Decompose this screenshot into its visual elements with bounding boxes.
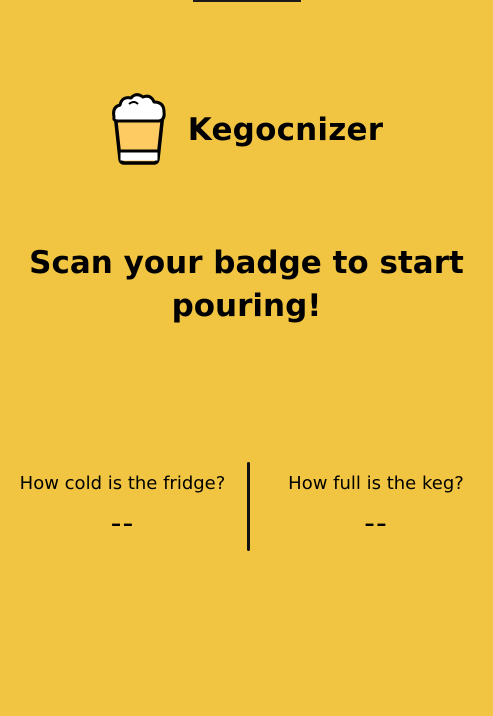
keg-level-label: How full is the keg? — [288, 473, 464, 494]
stats-panel: How cold is the fridge? -- How full is t… — [0, 462, 493, 552]
fridge-temperature-label: How cold is the fridge? — [19, 473, 226, 494]
keg-level-value: -- — [364, 506, 388, 541]
top-bar — [193, 0, 301, 2]
app-name: Kegocnizer — [187, 112, 384, 148]
fridge-temperature-stat: How cold is the fridge? -- — [0, 462, 245, 541]
fridge-temperature-value: -- — [110, 506, 135, 541]
scan-badge-prompt: Scan your badge to start pouring! — [29, 245, 464, 324]
stats-divider — [247, 462, 250, 551]
beer-glass-icon — [110, 93, 168, 167]
keg-level-stat: How full is the keg? -- — [252, 462, 493, 541]
app-header: Kegocnizer — [0, 92, 493, 168]
